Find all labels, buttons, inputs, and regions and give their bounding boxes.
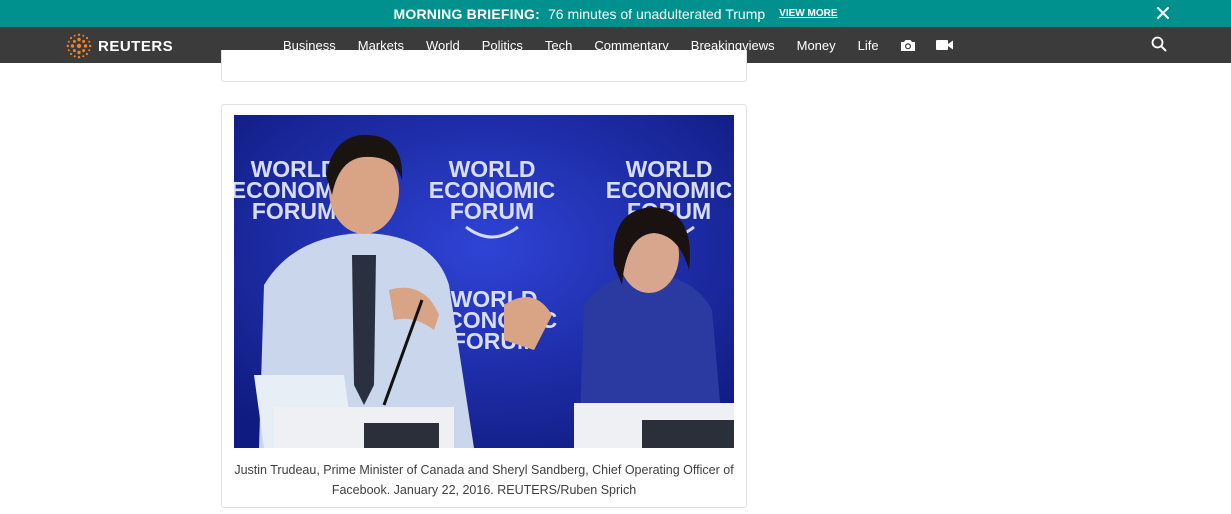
- reuters-logo-icon: [66, 33, 92, 59]
- photo-card: WORLD ECONOMIC FORUM WORLD ECONOMIC FORU…: [221, 104, 747, 508]
- view-more-link[interactable]: VIEW MORE: [779, 8, 837, 19]
- logo-wordmark: REUTERS: [98, 37, 174, 55]
- article-photo[interactable]: WORLD ECONOMIC FORUM WORLD ECONOMIC FORU…: [234, 115, 734, 448]
- wef-logo-text: FORUM: [450, 198, 534, 224]
- camera-icon[interactable]: [890, 39, 926, 52]
- video-icon[interactable]: [926, 39, 964, 51]
- photo-caption: Justin Trudeau, Prime Minister of Canada…: [234, 463, 734, 497]
- briefing-banner: MORNING BRIEFING: 76 minutes of unadulte…: [0, 0, 1231, 27]
- search-icon[interactable]: [1151, 36, 1167, 52]
- wef-logo-text: FORUM: [252, 198, 336, 224]
- close-icon[interactable]: [1155, 5, 1171, 21]
- photo-illustration: WORLD ECONOMIC FORUM WORLD ECONOMIC FORU…: [234, 115, 734, 448]
- previous-card: [221, 50, 747, 82]
- banner-label: MORNING BRIEFING:: [393, 5, 541, 22]
- nav-item-life[interactable]: Life: [847, 38, 890, 53]
- banner-headline[interactable]: 76 minutes of unadulterated Trump: [548, 6, 765, 22]
- reuters-logo[interactable]: REUTERS: [66, 33, 173, 59]
- banner-content: MORNING BRIEFING: 76 minutes of unadulte…: [394, 6, 838, 22]
- nav-item-money[interactable]: Money: [786, 38, 847, 53]
